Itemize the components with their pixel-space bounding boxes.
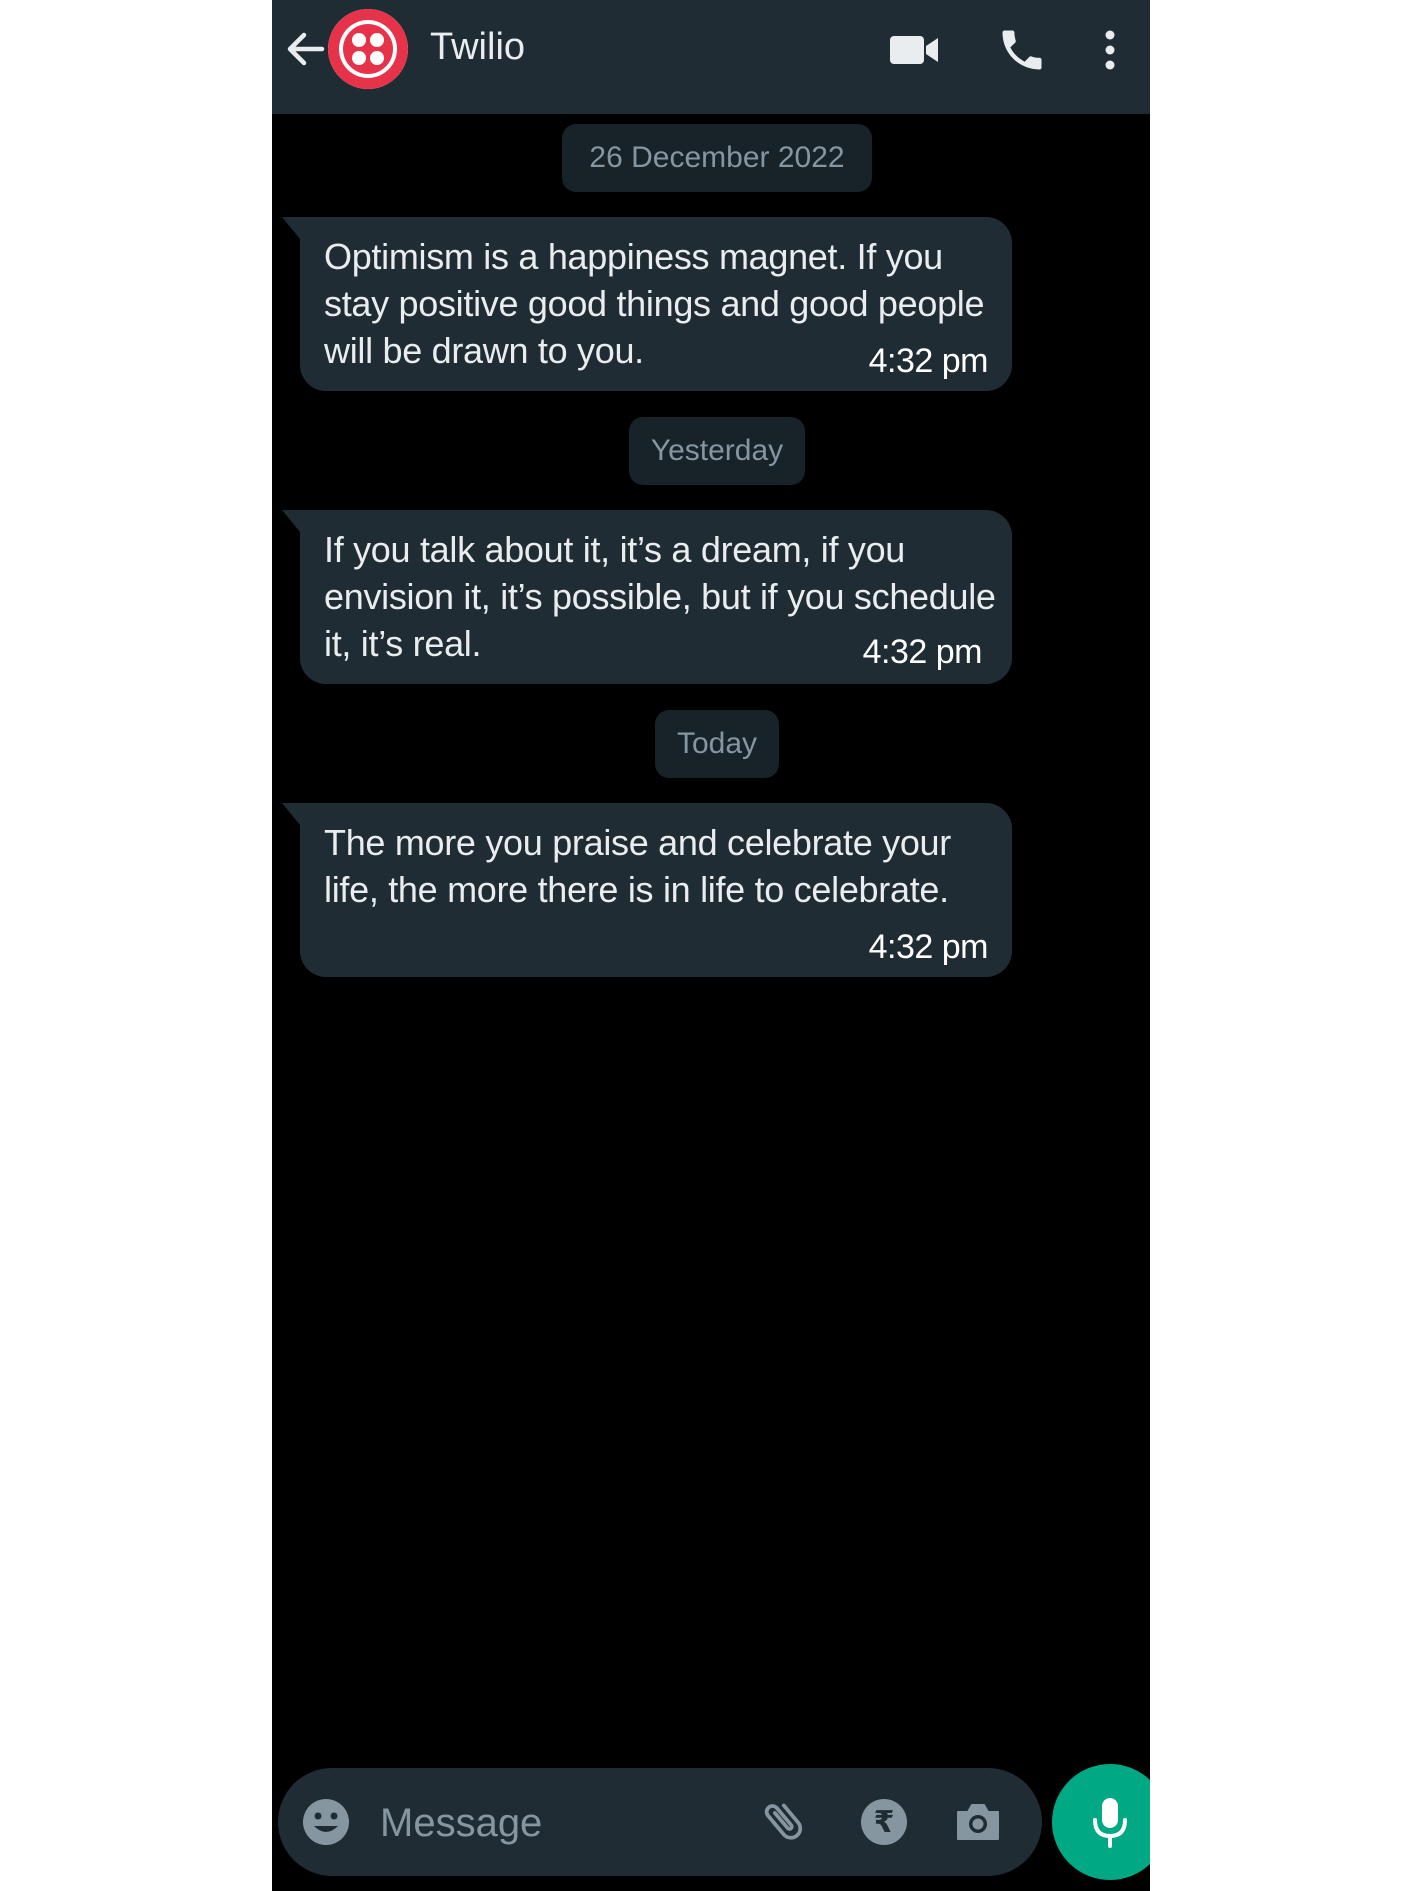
back-button[interactable] xyxy=(280,24,330,74)
attach-icon xyxy=(764,1803,803,1840)
date-separator: Yesterday xyxy=(629,417,805,485)
message-text: The more you praise and celebrate your l… xyxy=(324,822,951,910)
bubble-tail xyxy=(282,803,300,825)
attach-button[interactable] xyxy=(756,1794,812,1850)
emoji-icon xyxy=(303,1799,349,1845)
message-time: 4:32 pm xyxy=(862,633,983,671)
voice-call-button[interactable] xyxy=(994,24,1050,76)
chat-header: Twilio xyxy=(272,0,1150,114)
bubble-tail xyxy=(282,217,300,239)
more-options-icon xyxy=(1105,30,1115,70)
video-call-button[interactable] xyxy=(886,24,942,76)
payment-button[interactable]: ₹ xyxy=(856,1794,912,1850)
message-bubble[interactable]: The more you praise and celebrate your l… xyxy=(282,803,1012,977)
message-bubble[interactable]: If you talk about it, it’s a dream, if y… xyxy=(282,510,1012,684)
message-time: 4:32 pm xyxy=(868,342,989,380)
date-separator: 26 December 2022 xyxy=(562,124,872,192)
more-options-button[interactable] xyxy=(1090,24,1130,76)
emoji-button[interactable] xyxy=(300,1796,352,1848)
back-arrow-icon xyxy=(287,32,325,66)
svg-text:₹: ₹ xyxy=(874,1805,895,1840)
mic-icon xyxy=(1093,1798,1127,1848)
phone-screen: Twilio 26 December 2022 Optimism is a ha xyxy=(272,0,1150,1891)
message-bubble[interactable]: Optimism is a happiness magnet. If you s… xyxy=(282,217,1012,391)
voice-call-icon xyxy=(1002,30,1042,70)
contact-name[interactable]: Twilio xyxy=(430,26,525,69)
date-separator: Today xyxy=(655,710,779,778)
twilio-logo xyxy=(328,9,408,89)
contact-avatar[interactable] xyxy=(328,9,408,89)
video-call-icon xyxy=(890,36,938,64)
voice-message-button[interactable] xyxy=(1052,1764,1150,1880)
camera-icon xyxy=(957,1804,999,1840)
chat-area[interactable]: 26 December 2022 Optimism is a happiness… xyxy=(272,114,1150,1764)
message-time: 4:32 pm xyxy=(868,928,989,966)
camera-button[interactable] xyxy=(950,1794,1006,1850)
rupee-payment-icon: ₹ xyxy=(861,1799,907,1845)
message-input[interactable] xyxy=(378,1788,762,1858)
message-compose-bar: ₹ xyxy=(278,1768,1042,1876)
bubble-tail xyxy=(282,510,300,532)
